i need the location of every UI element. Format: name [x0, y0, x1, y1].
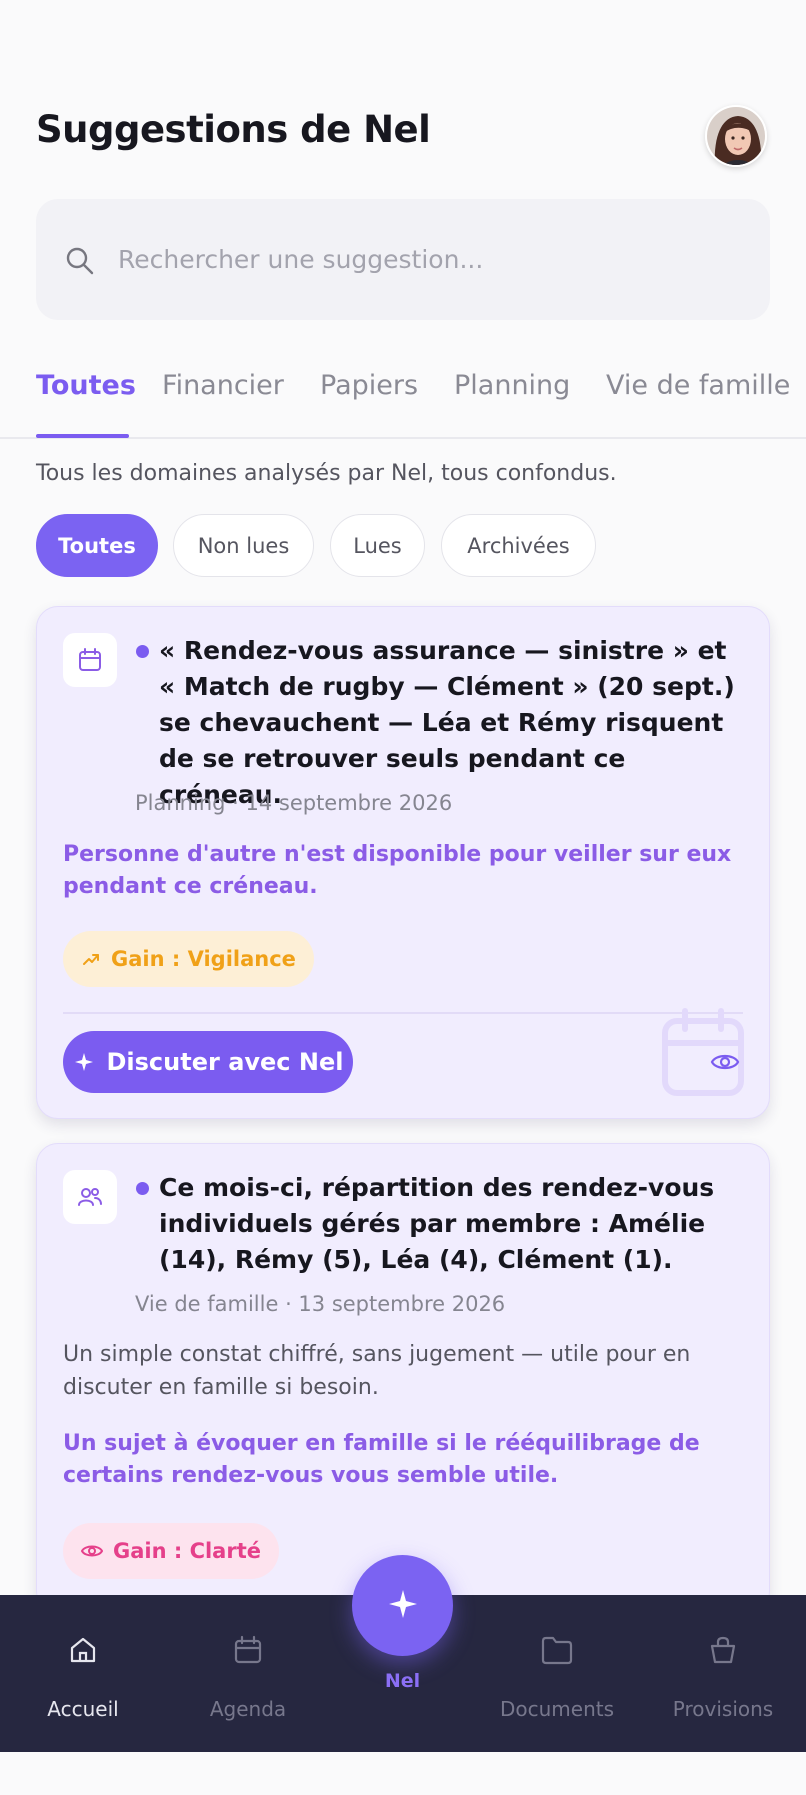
- gain-label: Gain : Clarté: [113, 1539, 261, 1563]
- suggestion-title: Ce mois-ci, répartition des rendez-vous …: [159, 1173, 715, 1274]
- chat-with-nel-label: Discuter avec Nel: [106, 1048, 344, 1076]
- tab-toutes[interactable]: Toutes: [36, 370, 136, 401]
- search-bar: [36, 199, 770, 320]
- filter-non-lues[interactable]: Non lues: [173, 514, 314, 577]
- suggestion-card[interactable]: « Rendez-vous assurance — sinistre » et …: [36, 606, 770, 1119]
- home-icon: [66, 1633, 100, 1667]
- nav-agenda[interactable]: Agenda: [178, 1595, 318, 1752]
- unread-dot: [136, 1182, 149, 1195]
- mark-read-eye-icon[interactable]: [707, 1044, 743, 1080]
- eye-icon: [81, 1543, 103, 1559]
- nav-documents[interactable]: Documents: [487, 1595, 627, 1752]
- suggestion-meta: Vie de famille · 13 septembre 2026: [135, 1292, 506, 1316]
- suggestion-card[interactable]: Ce mois-ci, répartition des rendez-vous …: [36, 1143, 770, 1613]
- calendar-icon: [63, 633, 117, 687]
- sparkle-icon: [386, 1587, 420, 1625]
- tab-description: Tous les domaines analysés par Nel, tous…: [36, 461, 617, 486]
- nel-fab-button[interactable]: [352, 1555, 453, 1656]
- calendar-icon: [231, 1633, 265, 1667]
- trending-up-icon: [81, 949, 101, 969]
- tab-planning[interactable]: Planning: [454, 370, 570, 401]
- active-tab-indicator: [36, 434, 129, 438]
- users-icon: [63, 1170, 117, 1224]
- page-title: Suggestions de Nel: [36, 108, 431, 151]
- tab-financier[interactable]: Financier: [162, 370, 284, 401]
- search-icon: [64, 245, 96, 277]
- sparkle-icon: [73, 1051, 95, 1073]
- nav-agenda-label: Agenda: [209, 1697, 287, 1721]
- folder-icon: [540, 1633, 574, 1667]
- suggestion-body: Un simple constat chiffré, sans jugement…: [63, 1342, 691, 1400]
- avatar[interactable]: [705, 105, 767, 167]
- suggestion-title: « Rendez-vous assurance — sinistre » et …: [159, 636, 735, 809]
- card-divider: [63, 1012, 743, 1014]
- search-input[interactable]: [118, 229, 738, 289]
- suggestion-hint: Personne d'autre n'est disponible pour v…: [63, 842, 732, 899]
- nav-accueil-label: Accueil: [47, 1697, 119, 1721]
- nav-provisions-label: Provisions: [672, 1697, 774, 1721]
- filter-lues[interactable]: Lues: [330, 514, 425, 577]
- unread-dot: [136, 645, 149, 658]
- suggestion-hint: Un sujet à évoquer en famille si le rééq…: [63, 1431, 700, 1488]
- filter-toutes[interactable]: Toutes: [36, 514, 158, 577]
- gain-badge: Gain : Clarté: [63, 1523, 279, 1579]
- basket-icon: [706, 1633, 740, 1667]
- nav-provisions[interactable]: Provisions: [653, 1595, 793, 1752]
- suggestion-meta: Planning · 14 septembre 2026: [135, 791, 453, 815]
- nav-accueil[interactable]: Accueil: [13, 1595, 153, 1752]
- avatar-image: [707, 107, 765, 165]
- gain-label: Gain : Vigilance: [111, 947, 296, 971]
- nav-nel-label: Nel: [384, 1670, 421, 1692]
- chat-with-nel-button[interactable]: Discuter avec Nel: [63, 1031, 353, 1093]
- tab-vie-de-famille[interactable]: Vie de famille: [606, 370, 790, 401]
- gain-badge: Gain : Vigilance: [63, 931, 314, 987]
- domain-tabs: Toutes Financier Papiers Planning Vie de…: [0, 360, 806, 439]
- tab-papiers[interactable]: Papiers: [320, 370, 418, 401]
- nav-documents-label: Documents: [499, 1697, 615, 1721]
- filter-archivees[interactable]: Archivées: [441, 514, 596, 577]
